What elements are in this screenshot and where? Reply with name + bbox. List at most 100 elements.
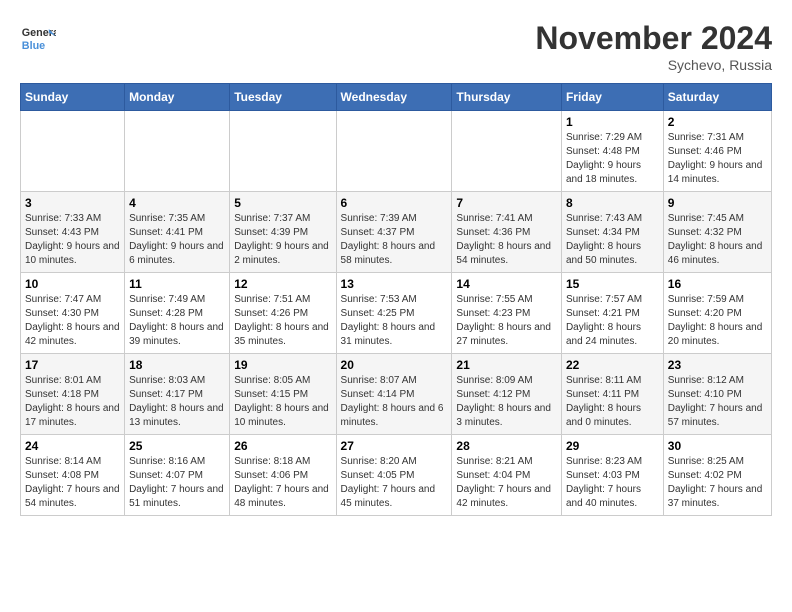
day-info: Sunrise: 7:57 AM Sunset: 4:21 PM Dayligh… [566, 293, 659, 349]
day-number: 9 [668, 196, 767, 210]
calendar-cell [21, 111, 125, 192]
day-info: Sunrise: 7:59 AM Sunset: 4:20 PM Dayligh… [668, 293, 767, 349]
logo: General Blue [20, 20, 56, 56]
day-info: Sunrise: 8:11 AM Sunset: 4:11 PM Dayligh… [566, 374, 659, 430]
day-info: Sunrise: 7:49 AM Sunset: 4:28 PM Dayligh… [129, 293, 225, 349]
day-number: 27 [341, 439, 448, 453]
calendar-cell: 11 Sunrise: 7:49 AM Sunset: 4:28 PM Dayli… [125, 273, 230, 354]
day-number: 20 [341, 358, 448, 372]
day-number: 23 [668, 358, 767, 372]
week-row-4: 17Sunrise: 8:01 AM Sunset: 4:18 PM Dayli… [21, 354, 772, 435]
calendar-cell: 19 Sunrise: 8:05 AM Sunset: 4:15 PM Dayli… [230, 354, 336, 435]
day-number: 16 [668, 277, 767, 291]
calendar-cell: 17Sunrise: 8:01 AM Sunset: 4:18 PM Dayli… [21, 354, 125, 435]
day-info: Sunrise: 8:21 AM Sunset: 4:04 PM Dayligh… [456, 455, 557, 511]
day-number: 24 [25, 439, 120, 453]
calendar-cell: 29Sunrise: 8:23 AM Sunset: 4:03 PM Dayli… [561, 435, 663, 516]
day-info: Sunrise: 7:47 AM Sunset: 4:30 PM Dayligh… [25, 293, 120, 349]
day-number: 14 [456, 277, 557, 291]
weekday-header-friday: Friday [561, 84, 663, 111]
day-number: 8 [566, 196, 659, 210]
calendar-cell: 28 Sunrise: 8:21 AM Sunset: 4:04 PM Dayli… [452, 435, 562, 516]
day-info: Sunrise: 7:51 AM Sunset: 4:26 PM Dayligh… [234, 293, 331, 349]
calendar-body: 1 Sunrise: 7:29 AM Sunset: 4:48 PM Daylig… [21, 111, 772, 516]
calendar-cell: 1 Sunrise: 7:29 AM Sunset: 4:48 PM Daylig… [561, 111, 663, 192]
weekday-header-monday: Monday [125, 84, 230, 111]
calendar-cell: 21 Sunrise: 8:09 AM Sunset: 4:12 PM Dayli… [452, 354, 562, 435]
day-info: Sunrise: 8:16 AM Sunset: 4:07 PM Dayligh… [129, 455, 225, 511]
day-info: Sunrise: 7:29 AM Sunset: 4:48 PM Dayligh… [566, 131, 659, 187]
calendar-cell: 9 Sunrise: 7:45 AM Sunset: 4:32 PM Daylig… [663, 192, 771, 273]
calendar-cell [336, 111, 452, 192]
svg-text:Blue: Blue [22, 40, 45, 52]
location: Sychevo, Russia [535, 57, 772, 73]
day-info: Sunrise: 7:33 AM Sunset: 4:43 PM Dayligh… [25, 212, 120, 268]
day-number: 17 [25, 358, 120, 372]
day-info: Sunrise: 7:39 AM Sunset: 4:37 PM Dayligh… [341, 212, 448, 268]
calendar-table: SundayMondayTuesdayWednesdayThursdayFrid… [20, 83, 772, 516]
calendar-cell: 27 Sunrise: 8:20 AM Sunset: 4:05 PM Dayli… [336, 435, 452, 516]
day-info: Sunrise: 8:23 AM Sunset: 4:03 PM Dayligh… [566, 455, 659, 511]
calendar-cell: 10 Sunrise: 7:47 AM Sunset: 4:30 PM Dayli… [21, 273, 125, 354]
calendar-cell: 8 Sunrise: 7:43 AM Sunset: 4:34 PM Daylig… [561, 192, 663, 273]
day-number: 21 [456, 358, 557, 372]
week-row-1: 1 Sunrise: 7:29 AM Sunset: 4:48 PM Daylig… [21, 111, 772, 192]
day-number: 15 [566, 277, 659, 291]
day-number: 18 [129, 358, 225, 372]
week-row-5: 24 Sunrise: 8:14 AM Sunset: 4:08 PM Dayli… [21, 435, 772, 516]
calendar-cell: 20Sunrise: 8:07 AM Sunset: 4:14 PM Dayli… [336, 354, 452, 435]
calendar-cell: 30Sunrise: 8:25 AM Sunset: 4:02 PM Dayli… [663, 435, 771, 516]
day-number: 1 [566, 115, 659, 129]
weekday-header-saturday: Saturday [663, 84, 771, 111]
day-info: Sunrise: 7:45 AM Sunset: 4:32 PM Dayligh… [668, 212, 767, 268]
day-info: Sunrise: 7:31 AM Sunset: 4:46 PM Dayligh… [668, 131, 767, 187]
calendar-cell: 18 Sunrise: 8:03 AM Sunset: 4:17 PM Dayli… [125, 354, 230, 435]
weekday-header-tuesday: Tuesday [230, 84, 336, 111]
day-info: Sunrise: 8:03 AM Sunset: 4:17 PM Dayligh… [129, 374, 225, 430]
week-row-2: 3Sunrise: 7:33 AM Sunset: 4:43 PM Daylig… [21, 192, 772, 273]
day-number: 6 [341, 196, 448, 210]
calendar-cell: 16 Sunrise: 7:59 AM Sunset: 4:20 PM Dayli… [663, 273, 771, 354]
day-info: Sunrise: 8:14 AM Sunset: 4:08 PM Dayligh… [25, 455, 120, 511]
day-info: Sunrise: 8:12 AM Sunset: 4:10 PM Dayligh… [668, 374, 767, 430]
day-number: 28 [456, 439, 557, 453]
day-number: 5 [234, 196, 331, 210]
calendar-cell: 4 Sunrise: 7:35 AM Sunset: 4:41 PM Daylig… [125, 192, 230, 273]
day-info: Sunrise: 7:35 AM Sunset: 4:41 PM Dayligh… [129, 212, 225, 268]
week-row-3: 10 Sunrise: 7:47 AM Sunset: 4:30 PM Dayli… [21, 273, 772, 354]
day-number: 4 [129, 196, 225, 210]
calendar-cell: 12 Sunrise: 7:51 AM Sunset: 4:26 PM Dayli… [230, 273, 336, 354]
day-number: 19 [234, 358, 331, 372]
day-info: Sunrise: 8:09 AM Sunset: 4:12 PM Dayligh… [456, 374, 557, 430]
day-number: 10 [25, 277, 120, 291]
weekday-header-sunday: Sunday [21, 84, 125, 111]
calendar-cell: 5 Sunrise: 7:37 AM Sunset: 4:39 PM Daylig… [230, 192, 336, 273]
day-info: Sunrise: 8:05 AM Sunset: 4:15 PM Dayligh… [234, 374, 331, 430]
day-info: Sunrise: 7:43 AM Sunset: 4:34 PM Dayligh… [566, 212, 659, 268]
calendar-cell: 22 Sunrise: 8:11 AM Sunset: 4:11 PM Dayli… [561, 354, 663, 435]
day-number: 11 [129, 277, 225, 291]
day-info: Sunrise: 7:55 AM Sunset: 4:23 PM Dayligh… [456, 293, 557, 349]
day-number: 26 [234, 439, 331, 453]
calendar-cell: 2 Sunrise: 7:31 AM Sunset: 4:46 PM Daylig… [663, 111, 771, 192]
day-number: 12 [234, 277, 331, 291]
month-title: November 2024 [535, 20, 772, 57]
weekday-header-wednesday: Wednesday [336, 84, 452, 111]
day-number: 22 [566, 358, 659, 372]
weekday-header-row: SundayMondayTuesdayWednesdayThursdayFrid… [21, 84, 772, 111]
day-number: 7 [456, 196, 557, 210]
title-area: November 2024 Sychevo, Russia [535, 20, 772, 73]
calendar-cell [452, 111, 562, 192]
weekday-header-thursday: Thursday [452, 84, 562, 111]
day-info: Sunrise: 7:53 AM Sunset: 4:25 PM Dayligh… [341, 293, 448, 349]
day-info: Sunrise: 7:41 AM Sunset: 4:36 PM Dayligh… [456, 212, 557, 268]
day-number: 25 [129, 439, 225, 453]
calendar-cell [230, 111, 336, 192]
calendar-cell: 25 Sunrise: 8:16 AM Sunset: 4:07 PM Dayli… [125, 435, 230, 516]
calendar-cell: 13Sunrise: 7:53 AM Sunset: 4:25 PM Dayli… [336, 273, 452, 354]
page-header: General Blue November 2024 Sychevo, Russ… [20, 20, 772, 73]
day-info: Sunrise: 8:20 AM Sunset: 4:05 PM Dayligh… [341, 455, 448, 511]
day-number: 2 [668, 115, 767, 129]
day-info: Sunrise: 8:18 AM Sunset: 4:06 PM Dayligh… [234, 455, 331, 511]
day-info: Sunrise: 7:37 AM Sunset: 4:39 PM Dayligh… [234, 212, 331, 268]
